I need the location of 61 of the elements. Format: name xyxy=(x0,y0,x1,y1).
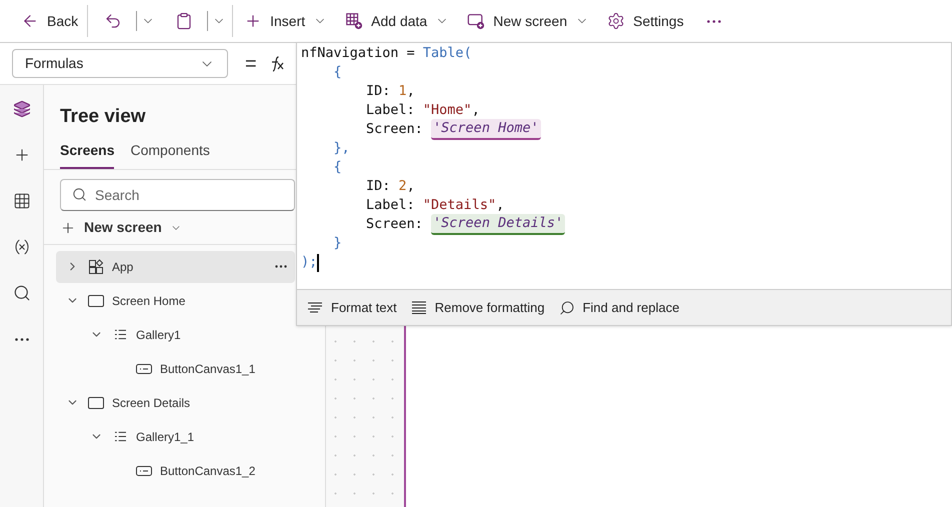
search-field[interactable]: Search xyxy=(60,178,295,210)
list-icon xyxy=(114,431,126,442)
screen-reference: 'Screen Home' xyxy=(431,119,541,140)
toolbar-button[interactable]: New screen xyxy=(458,5,598,37)
undo-icon xyxy=(104,12,122,30)
tree-item[interactable]: ButtonCanvas1_2 xyxy=(56,454,295,486)
code-line: { xyxy=(332,63,342,82)
toolbar-button[interactable]: Back xyxy=(12,5,88,37)
toolbar-button[interactable]: Settings xyxy=(598,5,693,37)
code-line: ID: 1, xyxy=(365,82,415,101)
more-icon xyxy=(14,338,28,340)
search-icon xyxy=(12,284,30,302)
tree-item[interactable]: ButtonCanvas1_1 xyxy=(56,352,295,384)
toolbar-button[interactable]: Add data xyxy=(336,5,458,37)
editor-action-button[interactable]: Find and replace xyxy=(556,294,682,322)
code-line: Screen: 'Screen Details' xyxy=(301,215,566,234)
new-screen-button[interactable]: New screen xyxy=(60,216,182,240)
table-icon xyxy=(12,192,30,210)
screen-icon xyxy=(88,294,104,306)
button-control-icon xyxy=(136,364,152,374)
formula-editor[interactable]: nfNavigation = Table( { ID: 1, Label: "Home", Screen: 'Screen Home' }, { ID: 2, Label: "Details", Screen: 'Screen Details' } ); Format text Remove formatting Find and replace xyxy=(296,42,952,326)
tab[interactable]: Components xyxy=(130,140,210,168)
app-icon xyxy=(88,258,104,274)
equals-sign: = xyxy=(245,52,257,76)
lines-icon xyxy=(410,301,427,314)
code-line: ); xyxy=(301,253,320,272)
code-line: ID: 2, xyxy=(365,177,415,196)
code-line: nfNavigation = Table( xyxy=(301,44,472,63)
code-line: } xyxy=(332,234,342,253)
table-add-icon xyxy=(345,12,364,30)
layers-icon xyxy=(12,100,30,118)
settings-icon xyxy=(607,12,626,30)
tree-item[interactable]: App xyxy=(56,250,295,282)
screen-reference: 'Screen Details' xyxy=(431,214,566,235)
tree-item[interactable]: Screen Details xyxy=(56,386,295,418)
more-icon[interactable] xyxy=(275,265,287,268)
tree-item[interactable]: Gallery1 xyxy=(56,318,295,350)
tree-item[interactable]: Screen Home xyxy=(56,284,295,316)
tree-item[interactable]: Gallery1_1 xyxy=(56,420,295,452)
screen-icon xyxy=(88,396,104,408)
button-control-icon xyxy=(136,466,152,476)
code-line: }, xyxy=(332,139,350,158)
tab[interactable]: Screens xyxy=(60,140,114,168)
paste-icon xyxy=(175,12,194,30)
editor-action-button[interactable]: Remove formatting xyxy=(408,294,547,322)
search-icon xyxy=(558,300,575,316)
code-line: Screen: 'Screen Home' xyxy=(301,120,541,139)
screen-add-icon xyxy=(467,12,486,30)
text-cursor xyxy=(317,254,320,272)
more-icon xyxy=(706,20,721,22)
property-dropdown[interactable]: Formulas xyxy=(12,49,228,78)
code-line: Label: "Details", xyxy=(365,196,504,215)
code-line: { xyxy=(332,158,342,177)
list-icon xyxy=(114,329,126,340)
search-icon xyxy=(72,186,87,202)
panel-title: Tree view xyxy=(60,105,146,129)
variable-icon xyxy=(12,238,30,256)
format-text-icon xyxy=(307,302,323,314)
code-line: Label: "Home", xyxy=(365,101,480,120)
toolbar-button[interactable]: Insert xyxy=(235,5,336,37)
editor-action-button[interactable]: Format text xyxy=(305,294,399,322)
